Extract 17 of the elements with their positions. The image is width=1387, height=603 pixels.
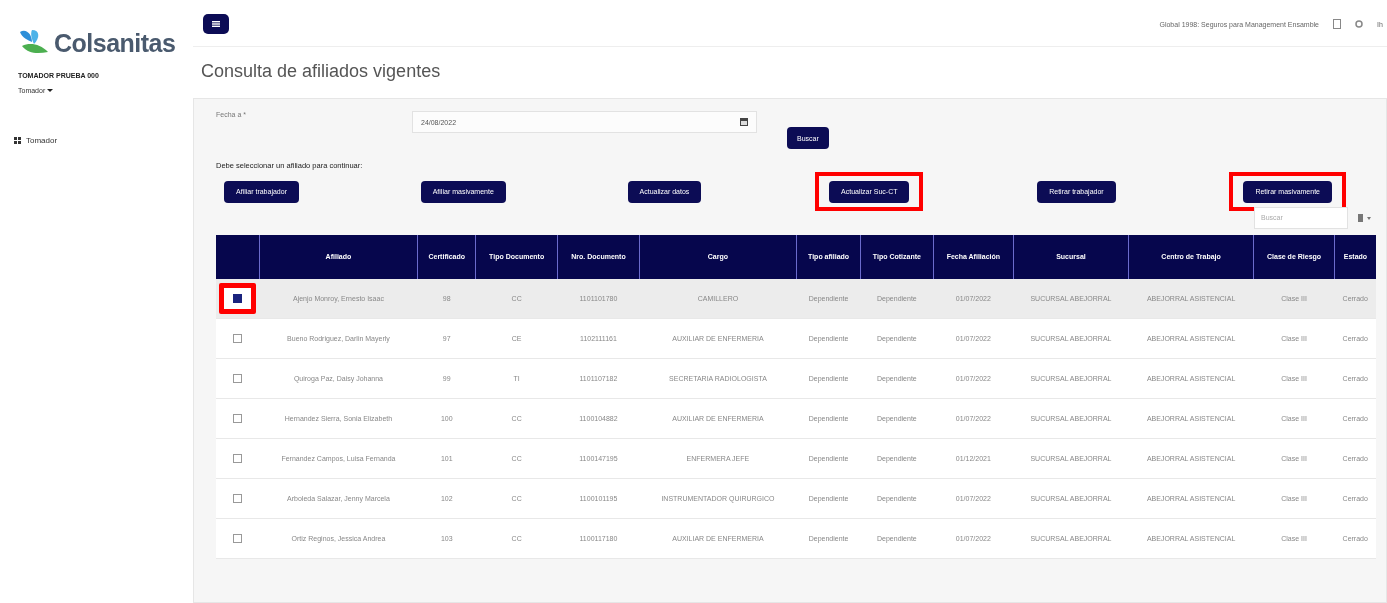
row-checkbox[interactable] [233,493,242,503]
menu-icon [212,21,220,27]
calendar-icon[interactable] [740,118,748,126]
row-checkbox[interactable] [233,533,242,543]
columns-button[interactable] [1358,213,1372,222]
row-checkbox[interactable] [233,453,242,463]
row-checkbox[interactable] [233,293,242,303]
menu-button[interactable] [203,14,229,34]
settings-icon[interactable] [1355,20,1363,28]
logo-text: Colsanitas [54,28,176,58]
row-checkbox[interactable] [233,413,242,423]
page-title: Consulta de afiliados vigentes [201,61,442,82]
grid-icon [14,137,21,144]
row-checkbox[interactable] [233,333,242,343]
document-icon[interactable] [1333,19,1341,29]
sidebar-item[interactable]: Tomador [12,135,60,146]
row-checkbox[interactable] [233,373,242,383]
